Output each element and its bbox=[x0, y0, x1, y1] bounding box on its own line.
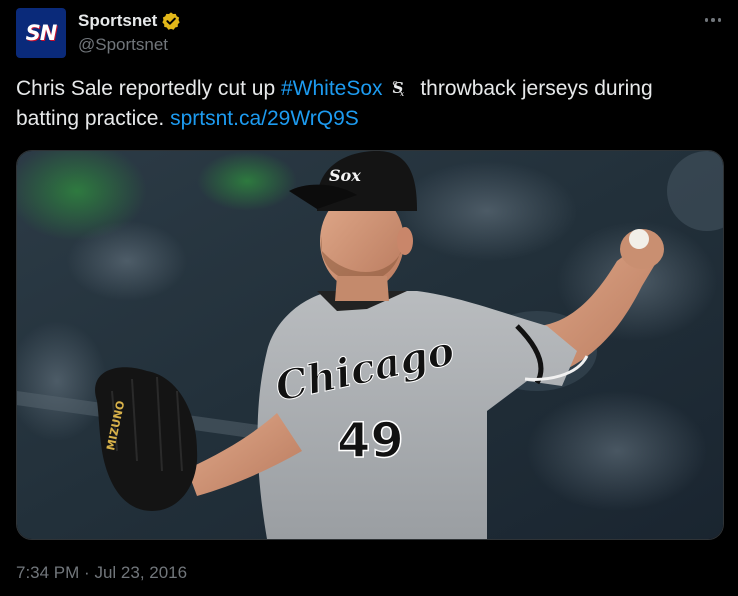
hashtag-link[interactable]: #WhiteSox bbox=[281, 77, 383, 100]
article-link[interactable]: sprtsnt.ca/29WrQ9S bbox=[170, 107, 359, 130]
more-options-button[interactable] bbox=[696, 8, 730, 32]
more-dot bbox=[704, 18, 709, 22]
tweet-text: Chris Sale reportedly cut up #WhiteSox S… bbox=[16, 74, 716, 134]
svg-text:x: x bbox=[398, 89, 404, 98]
photo-image: Chicago 49 Sox MIZUNO bbox=[17, 151, 723, 539]
more-dot bbox=[717, 18, 722, 22]
timestamp-time[interactable]: 7:34 PM bbox=[16, 563, 79, 582]
timestamp-separator: · bbox=[84, 563, 90, 582]
tweet: SN Sportsnet @Sportsnet Chris Sale repor… bbox=[0, 0, 738, 596]
display-name[interactable]: Sportsnet bbox=[78, 11, 157, 31]
more-dot bbox=[711, 18, 715, 22]
avatar[interactable]: SN bbox=[16, 8, 66, 58]
tweet-text-part1: Chris Sale reportedly cut up bbox=[16, 77, 281, 100]
white-sox-logo-icon: S o x bbox=[387, 76, 409, 98]
timestamp: 7:34 PM · Jul 23, 2016 bbox=[16, 563, 187, 583]
svg-text:o: o bbox=[392, 78, 397, 87]
verified-badge-icon[interactable] bbox=[161, 11, 181, 31]
jersey-number: 49 bbox=[337, 413, 404, 469]
timestamp-date[interactable]: Jul 23, 2016 bbox=[94, 563, 187, 582]
cap-logo: Sox bbox=[329, 166, 361, 185]
user-handle[interactable]: @Sportsnet bbox=[78, 35, 168, 55]
sportsnet-logo: SN bbox=[25, 21, 58, 45]
tweet-photo[interactable]: Chicago 49 Sox MIZUNO bbox=[16, 150, 724, 540]
display-name-row: Sportsnet bbox=[78, 10, 181, 32]
